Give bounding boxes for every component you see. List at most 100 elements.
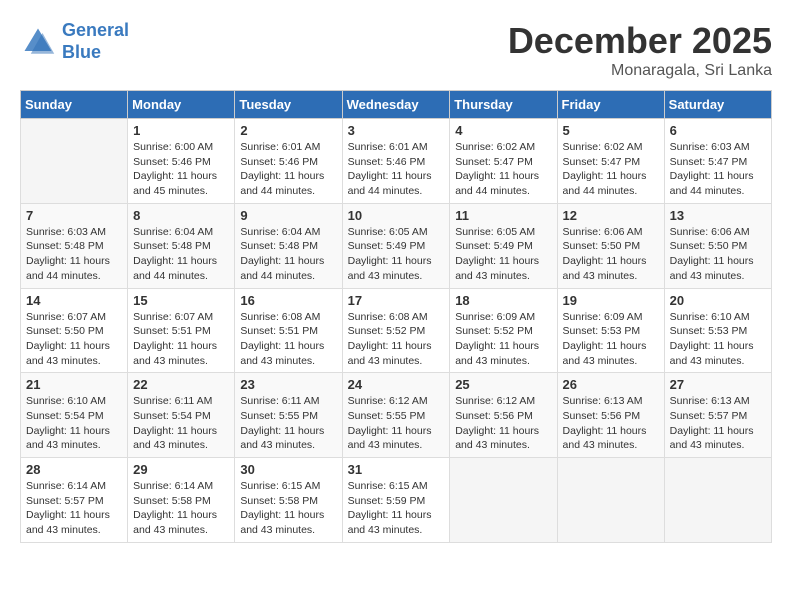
day-number: 18 bbox=[455, 293, 551, 308]
day-info: Sunrise: 6:08 AM Sunset: 5:52 PM Dayligh… bbox=[348, 310, 445, 369]
calendar-table: SundayMondayTuesdayWednesdayThursdayFrid… bbox=[20, 90, 772, 543]
day-number: 14 bbox=[26, 293, 122, 308]
title-section: December 2025 Monaragala, Sri Lanka bbox=[508, 20, 772, 80]
calendar-cell: 18 Sunrise: 6:09 AM Sunset: 5:52 PM Dayli… bbox=[450, 288, 557, 373]
day-number: 12 bbox=[563, 208, 659, 223]
day-info: Sunrise: 6:13 AM Sunset: 5:57 PM Dayligh… bbox=[670, 394, 766, 453]
calendar-cell: 25 Sunrise: 6:12 AM Sunset: 5:56 PM Dayli… bbox=[450, 373, 557, 458]
day-info: Sunrise: 6:11 AM Sunset: 5:54 PM Dayligh… bbox=[133, 394, 229, 453]
logo: General Blue bbox=[20, 20, 129, 63]
day-info: Sunrise: 6:14 AM Sunset: 5:57 PM Dayligh… bbox=[26, 479, 122, 538]
calendar-cell: 3Sunrise: 6:01 AM Sunset: 5:46 PM Daylig… bbox=[342, 119, 450, 204]
day-info: Sunrise: 6:09 AM Sunset: 5:52 PM Dayligh… bbox=[455, 310, 551, 369]
calendar-cell: 13Sunrise: 6:06 AM Sunset: 5:50 PM Dayli… bbox=[664, 203, 771, 288]
day-info: Sunrise: 6:03 AM Sunset: 5:48 PM Dayligh… bbox=[26, 225, 122, 284]
calendar-cell: 27Sunrise: 6:13 AM Sunset: 5:57 PM Dayli… bbox=[664, 373, 771, 458]
day-info: Sunrise: 6:05 AM Sunset: 5:49 PM Dayligh… bbox=[348, 225, 445, 284]
day-info: Sunrise: 6:15 AM Sunset: 5:59 PM Dayligh… bbox=[348, 479, 445, 538]
day-number: 17 bbox=[348, 293, 445, 308]
day-number: 1 bbox=[133, 123, 229, 138]
calendar-week-3: 21 Sunrise: 6:10 AM Sunset: 5:54 PM Dayli… bbox=[21, 373, 772, 458]
location: Monaragala, Sri Lanka bbox=[508, 62, 772, 80]
calendar-cell: 9Sunrise: 6:04 AM Sunset: 5:48 PM Daylig… bbox=[235, 203, 342, 288]
header-row: SundayMondayTuesdayWednesdayThursdayFrid… bbox=[21, 91, 772, 119]
day-number: 15 bbox=[133, 293, 229, 308]
calendar-cell: 16Sunrise: 6:08 AM Sunset: 5:51 PM Dayli… bbox=[235, 288, 342, 373]
day-info: Sunrise: 6:01 AM Sunset: 5:46 PM Dayligh… bbox=[240, 140, 336, 199]
calendar-cell: 26Sunrise: 6:13 AM Sunset: 5:56 PM Dayli… bbox=[557, 373, 664, 458]
calendar-cell: 17 Sunrise: 6:08 AM Sunset: 5:52 PM Dayli… bbox=[342, 288, 450, 373]
day-info: Sunrise: 6:06 AM Sunset: 5:50 PM Dayligh… bbox=[563, 225, 659, 284]
day-info: Sunrise: 6:15 AM Sunset: 5:58 PM Dayligh… bbox=[240, 479, 336, 538]
day-info: Sunrise: 6:10 AM Sunset: 5:54 PM Dayligh… bbox=[26, 394, 122, 453]
day-header-wednesday: Wednesday bbox=[342, 91, 450, 119]
day-info: Sunrise: 6:06 AM Sunset: 5:50 PM Dayligh… bbox=[670, 225, 766, 284]
day-header-tuesday: Tuesday bbox=[235, 91, 342, 119]
logo-icon bbox=[20, 24, 56, 60]
day-info: Sunrise: 6:02 AM Sunset: 5:47 PM Dayligh… bbox=[455, 140, 551, 199]
day-number: 10 bbox=[348, 208, 445, 223]
day-info: Sunrise: 6:13 AM Sunset: 5:56 PM Dayligh… bbox=[563, 394, 659, 453]
calendar-cell: 31 Sunrise: 6:15 AM Sunset: 5:59 PM Dayli… bbox=[342, 458, 450, 543]
month-title: December 2025 bbox=[508, 20, 772, 62]
day-info: Sunrise: 6:00 AM Sunset: 5:46 PM Dayligh… bbox=[133, 140, 229, 199]
calendar-cell: 6 Sunrise: 6:03 AM Sunset: 5:47 PM Daylig… bbox=[664, 119, 771, 204]
day-number: 20 bbox=[670, 293, 766, 308]
calendar-cell: 14 Sunrise: 6:07 AM Sunset: 5:50 PM Dayli… bbox=[21, 288, 128, 373]
day-info: Sunrise: 6:03 AM Sunset: 5:47 PM Dayligh… bbox=[670, 140, 766, 199]
calendar-cell: 1 Sunrise: 6:00 AM Sunset: 5:46 PM Daylig… bbox=[128, 119, 235, 204]
calendar-cell: 23 Sunrise: 6:11 AM Sunset: 5:55 PM Dayli… bbox=[235, 373, 342, 458]
day-number: 29 bbox=[133, 462, 229, 477]
day-info: Sunrise: 6:04 AM Sunset: 5:48 PM Dayligh… bbox=[133, 225, 229, 284]
day-header-thursday: Thursday bbox=[450, 91, 557, 119]
calendar-cell bbox=[557, 458, 664, 543]
calendar-cell: 11 Sunrise: 6:05 AM Sunset: 5:49 PM Dayli… bbox=[450, 203, 557, 288]
calendar-week-1: 7Sunrise: 6:03 AM Sunset: 5:48 PM Daylig… bbox=[21, 203, 772, 288]
day-info: Sunrise: 6:11 AM Sunset: 5:55 PM Dayligh… bbox=[240, 394, 336, 453]
calendar-cell: 22 Sunrise: 6:11 AM Sunset: 5:54 PM Dayli… bbox=[128, 373, 235, 458]
day-number: 28 bbox=[26, 462, 122, 477]
calendar-week-0: 1 Sunrise: 6:00 AM Sunset: 5:46 PM Daylig… bbox=[21, 119, 772, 204]
calendar-cell: 4 Sunrise: 6:02 AM Sunset: 5:47 PM Daylig… bbox=[450, 119, 557, 204]
calendar-week-2: 14 Sunrise: 6:07 AM Sunset: 5:50 PM Dayli… bbox=[21, 288, 772, 373]
day-info: Sunrise: 6:02 AM Sunset: 5:47 PM Dayligh… bbox=[563, 140, 659, 199]
day-number: 8 bbox=[133, 208, 229, 223]
day-info: Sunrise: 6:12 AM Sunset: 5:55 PM Dayligh… bbox=[348, 394, 445, 453]
day-number: 9 bbox=[240, 208, 336, 223]
logo-blue: Blue bbox=[62, 42, 129, 64]
day-number: 4 bbox=[455, 123, 551, 138]
day-info: Sunrise: 6:10 AM Sunset: 5:53 PM Dayligh… bbox=[670, 310, 766, 369]
day-number: 6 bbox=[670, 123, 766, 138]
day-number: 30 bbox=[240, 462, 336, 477]
day-info: Sunrise: 6:12 AM Sunset: 5:56 PM Dayligh… bbox=[455, 394, 551, 453]
day-number: 31 bbox=[348, 462, 445, 477]
day-number: 11 bbox=[455, 208, 551, 223]
day-header-saturday: Saturday bbox=[664, 91, 771, 119]
page-header: General Blue December 2025 Monaragala, S… bbox=[20, 20, 772, 80]
day-info: Sunrise: 6:01 AM Sunset: 5:46 PM Dayligh… bbox=[348, 140, 445, 199]
calendar-cell: 20 Sunrise: 6:10 AM Sunset: 5:53 PM Dayli… bbox=[664, 288, 771, 373]
calendar-week-4: 28 Sunrise: 6:14 AM Sunset: 5:57 PM Dayli… bbox=[21, 458, 772, 543]
calendar-cell: 28 Sunrise: 6:14 AM Sunset: 5:57 PM Dayli… bbox=[21, 458, 128, 543]
day-info: Sunrise: 6:05 AM Sunset: 5:49 PM Dayligh… bbox=[455, 225, 551, 284]
day-number: 19 bbox=[563, 293, 659, 308]
calendar-cell: 30 Sunrise: 6:15 AM Sunset: 5:58 PM Dayli… bbox=[235, 458, 342, 543]
calendar-cell: 7Sunrise: 6:03 AM Sunset: 5:48 PM Daylig… bbox=[21, 203, 128, 288]
day-header-monday: Monday bbox=[128, 91, 235, 119]
day-number: 16 bbox=[240, 293, 336, 308]
day-number: 22 bbox=[133, 377, 229, 392]
calendar-cell: 21 Sunrise: 6:10 AM Sunset: 5:54 PM Dayli… bbox=[21, 373, 128, 458]
day-info: Sunrise: 6:07 AM Sunset: 5:50 PM Dayligh… bbox=[26, 310, 122, 369]
day-info: Sunrise: 6:07 AM Sunset: 5:51 PM Dayligh… bbox=[133, 310, 229, 369]
logo-general: General bbox=[62, 20, 129, 40]
calendar-cell: 10 Sunrise: 6:05 AM Sunset: 5:49 PM Dayli… bbox=[342, 203, 450, 288]
day-header-friday: Friday bbox=[557, 91, 664, 119]
day-number: 21 bbox=[26, 377, 122, 392]
day-number: 25 bbox=[455, 377, 551, 392]
logo-text: General Blue bbox=[62, 20, 129, 63]
calendar-cell bbox=[664, 458, 771, 543]
day-number: 23 bbox=[240, 377, 336, 392]
calendar-cell: 24 Sunrise: 6:12 AM Sunset: 5:55 PM Dayli… bbox=[342, 373, 450, 458]
day-number: 24 bbox=[348, 377, 445, 392]
calendar-cell bbox=[450, 458, 557, 543]
